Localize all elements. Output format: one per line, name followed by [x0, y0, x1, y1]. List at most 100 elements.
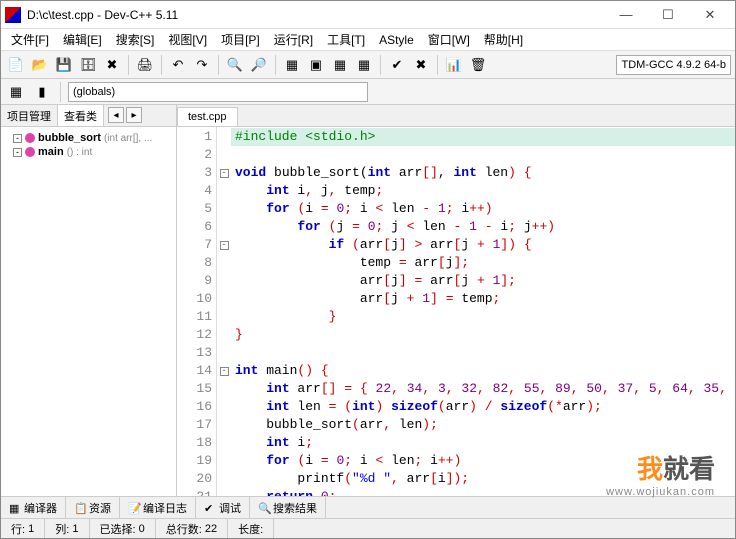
tab-project[interactable]: 项目管理	[1, 105, 58, 126]
find-icon[interactable]: 🔍	[224, 54, 246, 76]
stop-icon[interactable]: ✖	[410, 54, 432, 76]
code-line[interactable]: for (i = 0; i < len; i++)	[231, 452, 735, 470]
code-line[interactable]: arr[j + 1] = temp;	[231, 290, 735, 308]
debug-icon[interactable]: ✔	[386, 54, 408, 76]
code-line[interactable]: if (arr[j] > arr[j + 1]) {	[231, 236, 735, 254]
separator	[60, 82, 61, 102]
print-icon[interactable]: 🖨	[134, 54, 156, 76]
code-line[interactable]: for (i = 0; i < len - 1; i++)	[231, 200, 735, 218]
separator	[275, 55, 276, 75]
run-icon[interactable]: ▣	[305, 54, 327, 76]
bottom-tab[interactable]: 📝编译日志	[120, 497, 196, 519]
delete-profile-icon[interactable]: 🗑	[467, 54, 489, 76]
compile-run-icon[interactable]: ▦	[329, 54, 351, 76]
menu-item[interactable]: 窗口[W]	[422, 29, 476, 50]
menu-item[interactable]: 搜索[S]	[110, 29, 161, 50]
menu-item[interactable]: 工具[T]	[321, 29, 371, 50]
code-line[interactable]: int arr[] = { 22, 34, 3, 32, 82, 55, 89,…	[231, 380, 735, 398]
tree-item[interactable]: -main() : int	[3, 145, 174, 159]
fold-cell[interactable]	[217, 272, 231, 290]
fold-cell[interactable]	[217, 218, 231, 236]
code-line[interactable]: #include <stdio.h>	[231, 128, 735, 146]
menu-item[interactable]: 视图[V]	[162, 29, 213, 50]
fold-cell[interactable]	[217, 416, 231, 434]
bottom-tab[interactable]: ✔调试	[196, 497, 250, 519]
fold-cell[interactable]	[217, 182, 231, 200]
code-line[interactable]: for (j = 0; j < len - 1 - i; j++)	[231, 218, 735, 236]
code-line[interactable]: int i, j, temp;	[231, 182, 735, 200]
tree-item[interactable]: -bubble_sort(int arr[], ...	[3, 131, 174, 145]
minimize-button[interactable]: —	[605, 3, 647, 27]
compiler-combo[interactable]: TDM-GCC 4.9.2 64-b	[616, 55, 731, 75]
expand-icon[interactable]: -	[13, 134, 22, 143]
fold-cell[interactable]	[217, 290, 231, 308]
code-line[interactable]	[231, 344, 735, 362]
scope-combo[interactable]: (globals)	[68, 82, 368, 102]
menu-item[interactable]: AStyle	[373, 31, 420, 49]
fold-cell[interactable]	[217, 308, 231, 326]
fold-cell[interactable]: -	[217, 362, 231, 380]
close-button[interactable]: ✕	[689, 3, 731, 27]
bottom-tab[interactable]: ▦编译器	[1, 497, 66, 519]
code-editor[interactable]: 12345678910111213141516171819202122 --- …	[177, 127, 735, 496]
code-line[interactable]: arr[j] = arr[j + 1];	[231, 272, 735, 290]
fold-cell[interactable]	[217, 200, 231, 218]
rebuild-icon[interactable]: ▦	[353, 54, 375, 76]
undo-icon[interactable]: ↶	[167, 54, 189, 76]
code-line[interactable]: int main() {	[231, 362, 735, 380]
code-line[interactable]: int i;	[231, 434, 735, 452]
profile-icon[interactable]: 📊	[443, 54, 465, 76]
bookmark-icon[interactable]: ▮	[31, 81, 53, 103]
fold-cell[interactable]	[217, 452, 231, 470]
code-line[interactable]: int len = (int) sizeof(arr) / sizeof(*ar…	[231, 398, 735, 416]
code-line[interactable]	[231, 146, 735, 164]
editor-tab[interactable]: test.cpp	[177, 107, 238, 126]
open-icon[interactable]: 📂	[29, 54, 51, 76]
menu-item[interactable]: 项目[P]	[215, 29, 266, 50]
fold-column[interactable]: - - -	[217, 127, 231, 496]
nav-fwd-icon[interactable]: ▸	[126, 107, 142, 123]
fold-cell[interactable]	[217, 128, 231, 146]
code-line[interactable]: printf("%d ", arr[i]);	[231, 470, 735, 488]
fold-cell[interactable]	[217, 380, 231, 398]
fold-cell[interactable]	[217, 344, 231, 362]
goto-icon[interactable]: ▦	[5, 81, 27, 103]
menu-item[interactable]: 运行[R]	[268, 29, 319, 50]
menu-item[interactable]: 文件[F]	[5, 29, 55, 50]
nav-back-icon[interactable]: ◂	[108, 107, 124, 123]
fold-cell[interactable]	[217, 254, 231, 272]
code-line[interactable]: }	[231, 308, 735, 326]
fold-cell[interactable]	[217, 434, 231, 452]
fold-cell[interactable]	[217, 326, 231, 344]
bottom-tab[interactable]: 📋资源	[66, 497, 120, 519]
fold-box-icon[interactable]: -	[220, 367, 229, 376]
code-line[interactable]: }	[231, 326, 735, 344]
editor-tabs: test.cpp	[177, 105, 735, 127]
close-file-icon[interactable]: ✖	[101, 54, 123, 76]
fold-cell[interactable]	[217, 488, 231, 496]
code-line[interactable]: return 0;	[231, 488, 735, 496]
menu-item[interactable]: 帮助[H]	[478, 29, 529, 50]
fold-cell[interactable]	[217, 146, 231, 164]
fold-cell[interactable]	[217, 398, 231, 416]
code-line[interactable]: bubble_sort(arr, len);	[231, 416, 735, 434]
fold-box-icon[interactable]: -	[220, 169, 229, 178]
save-all-icon[interactable]: 🗄	[77, 54, 99, 76]
tab-class-view[interactable]: 查看类	[58, 105, 104, 126]
fold-box-icon[interactable]: -	[220, 241, 229, 250]
code-line[interactable]: void bubble_sort(int arr[], int len) {	[231, 164, 735, 182]
redo-icon[interactable]: ↷	[191, 54, 213, 76]
save-icon[interactable]: 💾	[53, 54, 75, 76]
bottom-tab[interactable]: 🔍搜索结果	[250, 497, 326, 519]
new-file-icon[interactable]: 📄	[5, 54, 27, 76]
fold-cell[interactable]: -	[217, 236, 231, 254]
code-line[interactable]: temp = arr[j];	[231, 254, 735, 272]
menu-item[interactable]: 编辑[E]	[57, 29, 108, 50]
fold-cell[interactable]	[217, 470, 231, 488]
replace-icon[interactable]: 🔎	[248, 54, 270, 76]
expand-icon[interactable]: -	[13, 148, 22, 157]
maximize-button[interactable]: ☐	[647, 3, 689, 27]
compile-icon[interactable]: ▦	[281, 54, 303, 76]
code-content[interactable]: #include <stdio.h> void bubble_sort(int a…	[231, 127, 735, 496]
fold-cell[interactable]: -	[217, 164, 231, 182]
